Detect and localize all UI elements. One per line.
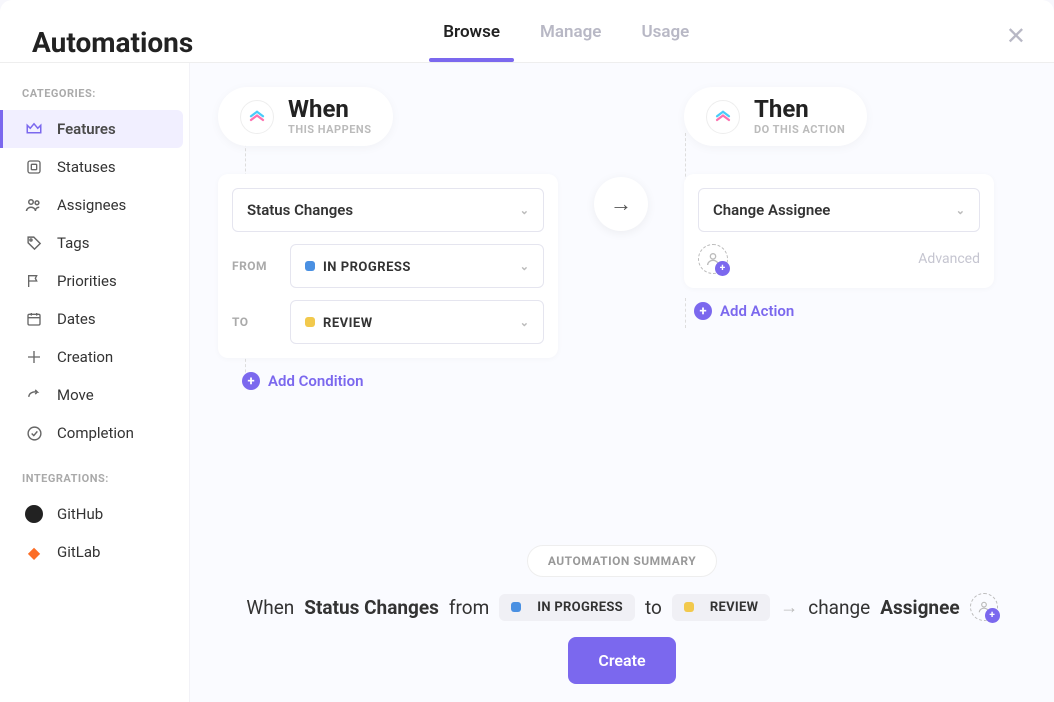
close-icon[interactable]: ✕ (1006, 22, 1026, 50)
sidebar-item-statuses[interactable]: Statuses (0, 148, 189, 186)
summary-from-word: from (449, 596, 489, 619)
tab-manage[interactable]: Manage (540, 22, 601, 62)
then-header: Then DO THIS ACTION (684, 87, 867, 146)
status-color-icon (305, 261, 315, 271)
plus-badge-icon: + (985, 608, 1000, 623)
advanced-link[interactable]: Advanced (918, 251, 980, 267)
calendar-icon (25, 310, 43, 328)
arrow-right-icon: → (780, 597, 798, 618)
sidebar-item-assignees[interactable]: Assignees (0, 186, 189, 224)
then-subtitle: DO THIS ACTION (754, 123, 845, 136)
share-icon (25, 386, 43, 404)
sidebar-item-label: Features (57, 120, 116, 138)
sidebar-item-github[interactable]: GitHub (0, 495, 189, 533)
clickup-logo-icon (706, 100, 740, 134)
from-status-value: IN PROGRESS (323, 260, 411, 275)
add-condition-label: Add Condition (268, 372, 363, 390)
when-header: When THIS HAPPENS (218, 87, 393, 146)
plus-icon (25, 348, 43, 366)
sidebar-integrations-label: INTEGRATIONS: (0, 466, 189, 495)
summary-trigger: Status Changes (304, 596, 439, 619)
to-label: TO (232, 315, 276, 329)
sidebar-item-tags[interactable]: Tags (0, 224, 189, 262)
sidebar-item-features[interactable]: Features (0, 110, 183, 148)
tab-usage[interactable]: Usage (641, 22, 689, 62)
sidebar-item-creation[interactable]: Creation (0, 338, 189, 376)
summary-change-word: change (808, 596, 870, 619)
tabs: Browse Manage Usage (443, 22, 689, 62)
check-circle-icon (25, 424, 43, 442)
sidebar-item-label: GitHub (57, 505, 103, 523)
arrow-right-icon: → (594, 177, 648, 231)
summary-to-chip: REVIEW (672, 594, 770, 621)
chevron-down-icon: ⌄ (956, 204, 965, 217)
when-panel: When THIS HAPPENS Status Changes ⌄ FROM (218, 87, 558, 390)
trigger-select-value: Status Changes (247, 201, 353, 219)
plus-circle-icon: + (242, 372, 260, 390)
chevron-down-icon: ⌄ (520, 260, 529, 273)
add-action-button[interactable]: + Add Action (684, 302, 1024, 320)
sidebar-item-completion[interactable]: Completion (0, 414, 189, 452)
status-color-icon (305, 317, 315, 327)
people-icon (25, 196, 43, 214)
sidebar-item-move[interactable]: Move (0, 376, 189, 414)
tab-browse[interactable]: Browse (443, 22, 500, 62)
summary-target: Assignee (880, 596, 959, 619)
from-label: FROM (232, 259, 276, 273)
to-status-value: REVIEW (323, 316, 373, 331)
page-title: Automations (32, 26, 193, 59)
sidebar-item-label: Priorities (57, 272, 117, 290)
action-select-value: Change Assignee (713, 201, 830, 219)
plus-circle-icon: + (694, 302, 712, 320)
sidebar-item-label: GitLab (57, 543, 100, 561)
clickup-logo-icon (240, 100, 274, 134)
square-icon (25, 158, 43, 176)
summary-sentence: When Status Changes from IN PROGRESS to … (246, 593, 997, 621)
summary-from-chip: IN PROGRESS (499, 594, 635, 621)
when-subtitle: THIS HAPPENS (288, 123, 371, 136)
sidebar-item-label: Move (57, 386, 94, 404)
sidebar-item-dates[interactable]: Dates (0, 300, 189, 338)
sidebar-item-label: Dates (57, 310, 96, 328)
summary-to-word: to (645, 596, 662, 619)
create-button[interactable]: Create (568, 637, 675, 684)
add-action-label: Add Action (720, 302, 794, 320)
github-icon (25, 505, 43, 523)
then-title: Then (754, 97, 845, 121)
add-condition-button[interactable]: + Add Condition (218, 372, 558, 390)
summary-add-assignee-button[interactable]: + (970, 593, 998, 621)
chevron-down-icon: ⌄ (520, 204, 529, 217)
sidebar-item-priorities[interactable]: Priorities (0, 262, 189, 300)
trigger-select[interactable]: Status Changes ⌄ (232, 188, 544, 232)
action-card: Change Assignee ⌄ + Advanced (684, 174, 994, 288)
sidebar-item-label: Tags (57, 234, 89, 252)
crown-icon (25, 120, 43, 138)
sidebar: CATEGORIES: Features Statuses Assignees … (0, 63, 190, 702)
to-status-select[interactable]: REVIEW ⌄ (290, 300, 544, 344)
sidebar-item-label: Creation (57, 348, 113, 366)
sidebar-item-label: Completion (57, 424, 134, 442)
summary-badge: AUTOMATION SUMMARY (527, 545, 717, 577)
add-assignee-button[interactable]: + (698, 244, 728, 274)
action-select[interactable]: Change Assignee ⌄ (698, 188, 980, 232)
from-status-select[interactable]: IN PROGRESS ⌄ (290, 244, 544, 288)
sidebar-item-label: Assignees (57, 196, 126, 214)
sidebar-categories-label: CATEGORIES: (0, 81, 189, 110)
sidebar-item-label: Statuses (57, 158, 116, 176)
chevron-down-icon: ⌄ (520, 316, 529, 329)
then-panel: Then DO THIS ACTION Change Assignee ⌄ (684, 87, 1024, 320)
tag-icon (25, 234, 43, 252)
plus-badge-icon: + (715, 261, 730, 276)
when-title: When (288, 97, 371, 121)
trigger-card: Status Changes ⌄ FROM IN PROGRESS ⌄ TO (218, 174, 558, 358)
flag-icon (25, 272, 43, 290)
gitlab-icon: ◆ (25, 543, 43, 561)
sidebar-item-gitlab[interactable]: ◆ GitLab (0, 533, 189, 571)
summary-when-word: When (246, 596, 294, 619)
